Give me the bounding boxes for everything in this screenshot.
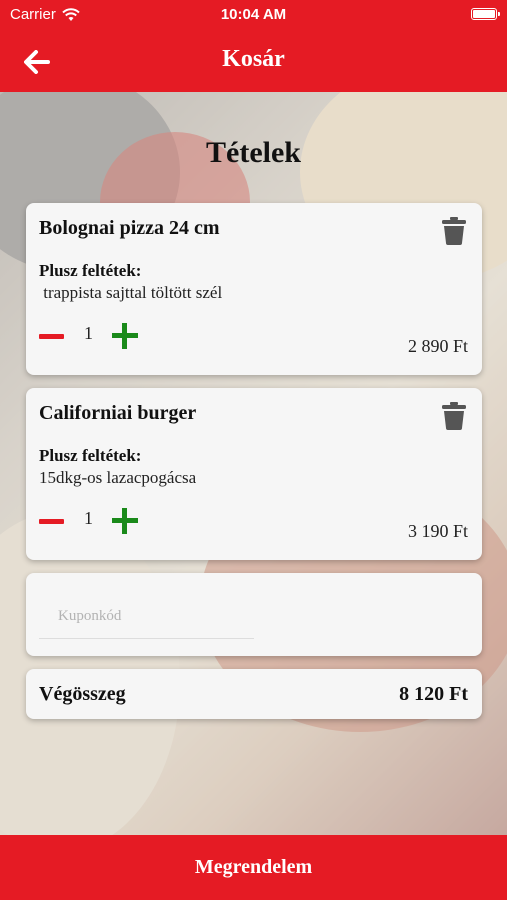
plus-icon[interactable] — [112, 508, 138, 534]
coupon-card — [26, 573, 482, 656]
coupon-input[interactable] — [39, 595, 254, 639]
page-title: Kosár — [222, 46, 285, 72]
cart-item-card: Bolognai pizza 24 cm Plusz feltétek: tra… — [26, 203, 482, 375]
minus-icon[interactable] — [39, 516, 64, 528]
trash-icon[interactable] — [442, 402, 466, 430]
total-label: Végösszeg — [39, 683, 126, 705]
extras-value: trappista sajttal töltött szél — [39, 283, 223, 302]
status-bar: Carrier 10:04 AM — [0, 0, 507, 30]
trash-icon[interactable] — [442, 217, 466, 245]
extras-value: 15dkg-os lazacpogácsa — [39, 468, 197, 487]
quantity-value: 1 — [84, 323, 93, 343]
status-time: 10:04 AM — [220, 6, 287, 23]
cart-item-card: Californiai burger Plusz feltétek: 15dkg… — [26, 388, 482, 560]
item-price: 2 890 Ft — [407, 336, 468, 356]
extras-label: Plusz feltétek: — [39, 446, 142, 465]
minus-icon[interactable] — [39, 331, 64, 343]
items-section-title: Tételek — [206, 136, 301, 169]
app-header: Carrier 10:04 AM Kosár — [0, 0, 507, 92]
extras-label: Plusz feltétek: — [39, 261, 142, 280]
item-name: Bolognai pizza 24 cm — [39, 217, 220, 239]
battery-icon — [471, 8, 500, 20]
item-price: 3 190 Ft — [407, 521, 468, 541]
total-card: Végösszeg 8 120 Ft — [26, 669, 482, 719]
quantity-value: 1 — [84, 508, 93, 528]
total-value: 8 120 Ft — [399, 683, 468, 705]
order-button[interactable]: Megrendelem — [0, 835, 507, 900]
plus-icon[interactable] — [112, 323, 138, 349]
item-name: Californiai burger — [39, 402, 197, 424]
